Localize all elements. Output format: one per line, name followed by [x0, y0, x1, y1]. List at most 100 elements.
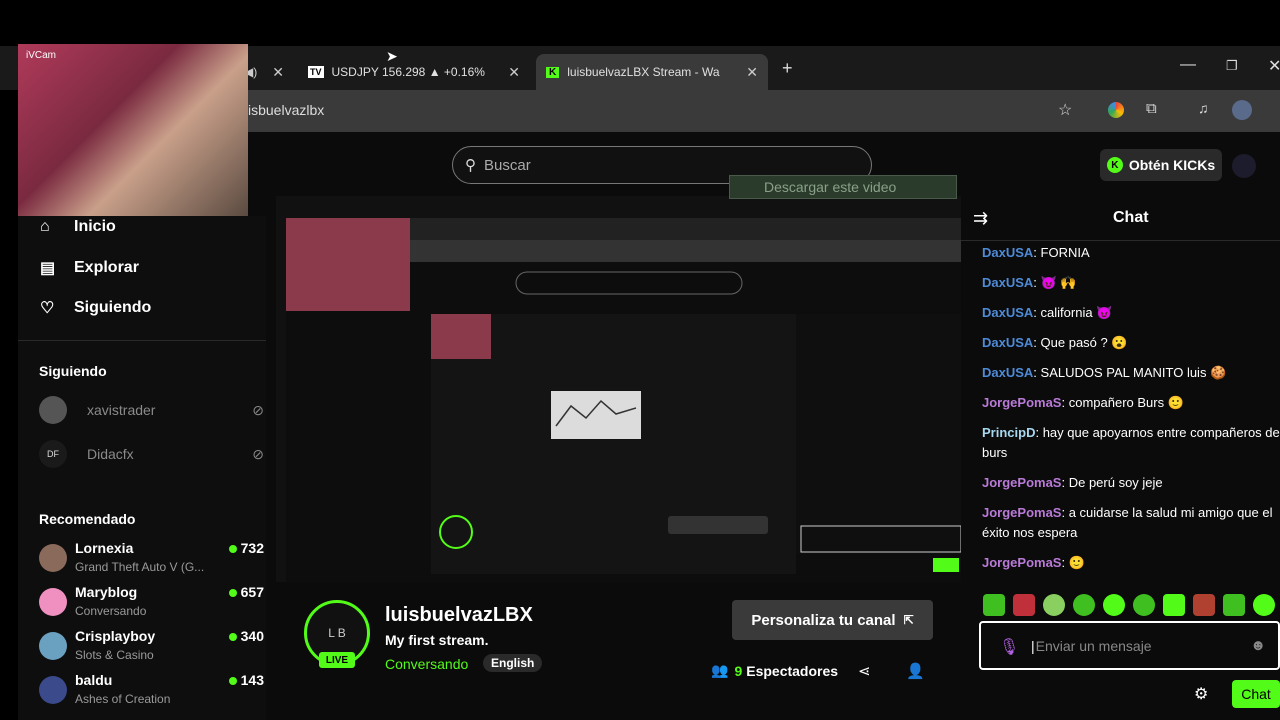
emote-icon[interactable] — [1253, 594, 1275, 616]
kick-icon: K — [546, 66, 560, 78]
new-tab-icon[interactable]: + — [782, 58, 793, 79]
chat-message: DaxUSA: 😈 🙌 — [982, 275, 1077, 290]
divider — [18, 340, 266, 341]
chat-username[interactable]: PrincipD — [982, 425, 1035, 440]
chat-text: SALUDOS PAL MANITO luis 🍪 — [1040, 365, 1227, 380]
search-placeholder: Buscar — [484, 156, 531, 174]
following-name: xavistrader — [87, 402, 156, 418]
chat-username[interactable]: JorgePomaS — [982, 505, 1061, 520]
recommended-item-lornexia[interactable]: Lornexia Grand Theft Auto V (G... 732 — [39, 540, 264, 580]
emote-icon[interactable] — [1223, 594, 1245, 616]
sidebar-item-explorar[interactable]: ▤ Explorar — [40, 258, 139, 278]
chat-text: Que pasó ? 😮 — [1040, 335, 1128, 350]
avatar — [39, 396, 67, 424]
recommended-item-crisplayboy[interactable]: Crisplayboy Slots & Casino 340 — [39, 628, 264, 668]
chat-username[interactable]: DaxUSA — [982, 245, 1033, 260]
recommended-item-maryblog[interactable]: Maryblog Conversando 657 — [39, 584, 264, 624]
share-icon[interactable]: ⋖ — [858, 662, 871, 680]
download-label: Descargar este video — [764, 179, 897, 195]
chat-message: JorgePomaS: compañero Burs 🙂 — [982, 395, 1184, 410]
chat-username[interactable]: DaxUSA — [982, 275, 1033, 290]
bookmark-star-icon[interactable]: ☆ — [1058, 100, 1072, 120]
chat-input-placeholder: Enviar un mensaje — [1035, 637, 1152, 654]
user-avatar[interactable] — [1232, 154, 1256, 178]
emoji-picker-icon[interactable]: ☻ — [1250, 637, 1266, 654]
microphone-icon[interactable]: 🎙 — [999, 637, 1019, 657]
follow-user-icon[interactable]: 👤 — [906, 662, 925, 680]
close-tab-icon[interactable]: ✕ — [508, 64, 520, 81]
chat-input[interactable]: 🎙 | Enviar un mensaje ☻ — [979, 621, 1280, 670]
following-item-xavistrader[interactable]: xavistrader ⊘ — [39, 396, 264, 424]
chat-text: 😈 🙌 — [1040, 275, 1077, 290]
sidebar-item-siguiendo[interactable]: ♡ Siguiendo — [40, 298, 151, 318]
live-badge: LIVE — [319, 652, 355, 668]
url-text[interactable]: isbuelvazlbx — [248, 102, 324, 118]
emote-icon[interactable] — [1043, 594, 1065, 616]
channel-category: Grand Theft Auto V (G... — [75, 560, 205, 574]
sidebar: ⌂ Inicio ▤ Explorar ♡ Siguiendo Siguiend… — [18, 216, 266, 720]
offline-icon: ⊘ — [252, 445, 264, 462]
emote-icon[interactable] — [983, 594, 1005, 616]
emote-icon[interactable] — [1133, 594, 1155, 616]
chat-message: DaxUSA: Que pasó ? 😮 — [982, 335, 1128, 350]
nav-label: Siguiendo — [74, 299, 152, 316]
download-video-banner[interactable]: Descargar este video — [729, 175, 957, 199]
chat-settings-icon[interactable]: ⚙ — [1194, 684, 1208, 704]
viewers-icon: 👥 — [711, 662, 729, 678]
chat-username[interactable]: JorgePomaS — [982, 555, 1061, 570]
tab-kick-stream[interactable]: K luisbuelvazLBX Stream - Wa ✕ — [536, 54, 768, 90]
recommended-item-baldu[interactable]: baldu Ashes of Creation 143 — [39, 672, 264, 712]
viewer-number: 340 — [240, 628, 264, 644]
customize-channel-button[interactable]: Personaliza tu canal ⇱ — [732, 600, 933, 640]
mouse-cursor-icon: ➤ — [386, 48, 398, 64]
address-bar[interactable]: isbuelvazlbx ☆ ⧉ ♫ ⋮ — [248, 90, 1280, 132]
avatar — [39, 632, 67, 660]
sidebar-item-inicio[interactable]: ⌂ Inicio — [40, 218, 116, 236]
viewer-count: 340 — [228, 628, 264, 644]
chat-username[interactable]: DaxUSA — [982, 365, 1033, 380]
close-tab-icon[interactable]: ✕ — [746, 64, 758, 81]
media-control-icon[interactable]: ♫ — [1198, 100, 1209, 116]
chat-username[interactable]: JorgePomaS — [982, 475, 1061, 490]
stream-category[interactable]: Conversando — [385, 656, 468, 672]
chat-title: Chat — [1113, 209, 1149, 226]
chat-username[interactable]: DaxUSA — [982, 305, 1033, 320]
minimize-icon[interactable]: — — [1180, 56, 1196, 74]
viewers-number: 9 — [734, 662, 743, 679]
live-dot — [228, 545, 237, 553]
send-chat-button[interactable]: Chat — [1232, 680, 1280, 708]
nav-label: Inicio — [74, 218, 116, 235]
viewer-number: 657 — [240, 584, 264, 600]
puzzle-icon[interactable]: ⧉ — [1146, 100, 1157, 117]
following-item-didacfx[interactable]: DF Didacfx ⊘ — [39, 440, 264, 468]
following-name: Didacfx — [87, 446, 134, 462]
chat-message: DaxUSA: california 😈 — [982, 305, 1113, 320]
emote-icon[interactable] — [1193, 594, 1215, 616]
chat-username[interactable]: JorgePomaS — [982, 395, 1061, 410]
live-dot — [228, 589, 237, 597]
emote-icon[interactable] — [1103, 594, 1125, 616]
chat-message: PrincipD: hay que apoyarnos entre compañ… — [982, 425, 1280, 460]
collapse-chat-icon[interactable]: ⇉ — [973, 208, 988, 229]
chat-username[interactable]: DaxUSA — [982, 335, 1033, 350]
recommended-heading: Recomendado — [39, 511, 136, 527]
close-tab-icon[interactable]: ✕ — [272, 64, 284, 81]
channel-name[interactable]: luisbuelvazLBX — [385, 604, 533, 627]
tab-title: luisbuelvazLBX Stream - Wa — [567, 65, 720, 79]
video-player[interactable] — [276, 196, 962, 582]
language-tag[interactable]: English — [483, 654, 543, 672]
emote-bar — [983, 594, 1280, 616]
get-kicks-button[interactable]: K Obtén KICKs — [1100, 149, 1222, 181]
emote-icon[interactable] — [1163, 594, 1185, 616]
channel-category: Conversando — [75, 604, 147, 618]
extension-icon[interactable] — [1108, 102, 1124, 118]
tab-usdjpy[interactable]: TV USDJPY 156.298 ▲ +0.16% ✕ — [298, 54, 530, 90]
restore-icon[interactable]: ❐ — [1226, 58, 1238, 74]
emote-icon[interactable] — [1073, 594, 1095, 616]
viewer-count: 732 — [228, 540, 264, 556]
close-window-icon[interactable]: ✕ — [1268, 56, 1280, 76]
menu-icon[interactable]: ⋮ — [1276, 100, 1280, 117]
divider — [961, 240, 1280, 241]
emote-icon[interactable] — [1013, 594, 1035, 616]
profile-avatar[interactable] — [1232, 100, 1252, 120]
